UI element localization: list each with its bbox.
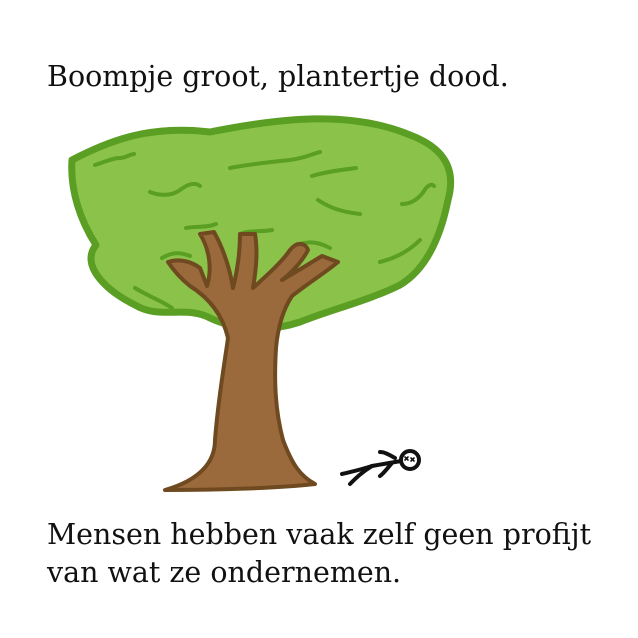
body-text: Mensen hebben vaak zelf geen profijt van… bbox=[47, 518, 592, 589]
fallen-stick-figure bbox=[340, 449, 421, 486]
dead-eye-icon bbox=[404, 456, 409, 461]
figure-arm bbox=[378, 450, 397, 460]
figure-body bbox=[370, 459, 403, 468]
figure-head bbox=[399, 449, 421, 471]
dead-eye-icon bbox=[410, 457, 415, 462]
tree-trunk bbox=[163, 230, 340, 492]
